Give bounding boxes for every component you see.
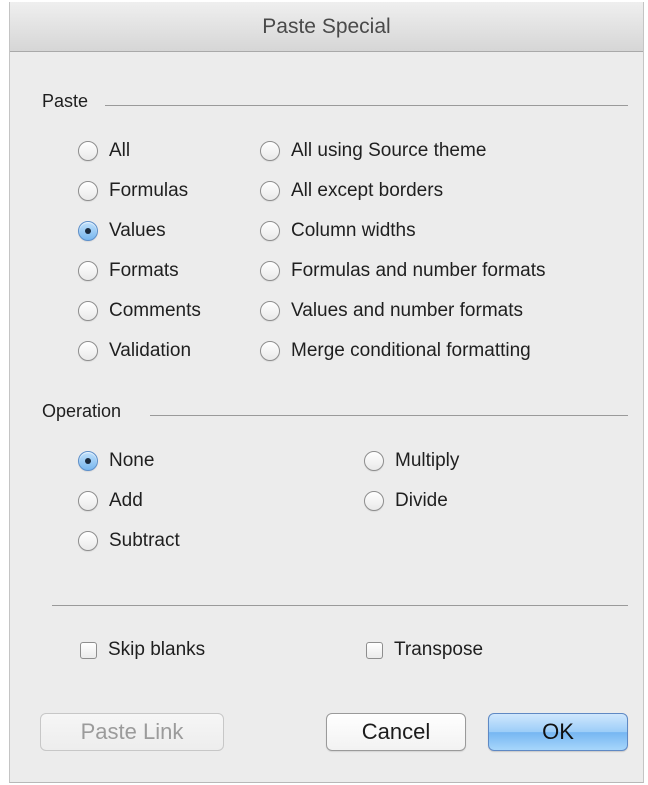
radio-all-except-borders[interactable]: [260, 181, 280, 201]
radio-comments[interactable]: [78, 301, 98, 321]
ok-button[interactable]: OK: [488, 713, 628, 751]
radio-column-widths[interactable]: [260, 221, 280, 241]
operation-group-line: [150, 415, 628, 416]
paste-option-formulas-and-number-formats[interactable]: Formulas and number formats: [260, 258, 546, 284]
paste-option-label: Validation: [109, 340, 192, 361]
paste-option-merge-conditional-formatting[interactable]: Merge conditional formatting: [260, 338, 531, 364]
paste-option-comments[interactable]: Comments: [78, 298, 201, 324]
operation-option-label: Subtract: [109, 530, 180, 551]
operation-option-label: Add: [109, 490, 143, 511]
radio-all[interactable]: [78, 141, 98, 161]
title-bar[interactable]: Paste Special: [10, 2, 643, 52]
radio-formulas[interactable]: [78, 181, 98, 201]
paste-option-values[interactable]: Values: [78, 218, 166, 244]
paste-option-label: Merge conditional formatting: [291, 340, 531, 361]
paste-option-label: Comments: [109, 300, 201, 321]
skip-blanks-checkbox[interactable]: [80, 641, 97, 659]
paste-option-validation[interactable]: Validation: [78, 338, 191, 364]
paste-option-label: All using Source theme: [291, 140, 487, 161]
radio-formats[interactable]: [78, 261, 98, 281]
transpose-checkbox[interactable]: [366, 641, 383, 659]
paste-option-formats[interactable]: Formats: [78, 258, 179, 284]
paste-option-label: Column widths: [291, 220, 416, 241]
skip-blanks-label: Skip blanks: [108, 639, 206, 660]
paste-option-label: All: [109, 140, 131, 161]
radio-validation[interactable]: [78, 341, 98, 361]
operation-option-label: None: [109, 450, 155, 471]
cancel-button[interactable]: Cancel: [326, 713, 466, 751]
paste-special-dialog: Paste Special Paste All Formulas Values …: [9, 2, 644, 783]
paste-option-label: Values: [109, 220, 166, 241]
paste-option-values-and-number-formats[interactable]: Values and number formats: [260, 298, 523, 324]
radio-none[interactable]: [78, 451, 98, 471]
radio-subtract[interactable]: [78, 531, 98, 551]
radio-values[interactable]: [78, 221, 98, 241]
radio-multiply[interactable]: [364, 451, 384, 471]
operation-option-add[interactable]: Add: [78, 488, 143, 514]
operation-option-divide[interactable]: Divide: [364, 488, 448, 514]
operation-option-multiply[interactable]: Multiply: [364, 448, 459, 474]
radio-merge-conditional-formatting[interactable]: [260, 341, 280, 361]
radio-all-using-source-theme[interactable]: [260, 141, 280, 161]
operation-option-label: Multiply: [395, 450, 460, 471]
paste-option-all-except-borders[interactable]: All except borders: [260, 178, 443, 204]
radio-values-and-number-formats[interactable]: [260, 301, 280, 321]
paste-option-label: Formulas: [109, 180, 189, 201]
operation-option-subtract[interactable]: Subtract: [78, 528, 180, 554]
paste-link-button[interactable]: Paste Link: [40, 713, 224, 751]
skip-blanks-option[interactable]: Skip blanks: [80, 637, 205, 663]
transpose-label: Transpose: [394, 639, 484, 660]
paste-option-label: All except borders: [291, 180, 444, 201]
paste-group-line: [105, 105, 628, 106]
paste-group-label: Paste: [42, 91, 95, 112]
radio-add[interactable]: [78, 491, 98, 511]
paste-option-label: Formulas and number formats: [291, 260, 546, 281]
radio-divide[interactable]: [364, 491, 384, 511]
paste-option-column-widths[interactable]: Column widths: [260, 218, 416, 244]
operation-group-label: Operation: [42, 401, 128, 422]
operation-option-none[interactable]: None: [78, 448, 154, 474]
paste-option-label: Values and number formats: [291, 300, 523, 321]
paste-option-formulas[interactable]: Formulas: [78, 178, 188, 204]
paste-option-all-using-source-theme[interactable]: All using Source theme: [260, 138, 486, 164]
options-separator: [52, 605, 628, 606]
transpose-option[interactable]: Transpose: [366, 637, 483, 663]
paste-option-label: Formats: [109, 260, 179, 281]
paste-option-all[interactable]: All: [78, 138, 130, 164]
operation-option-label: Divide: [395, 490, 448, 511]
radio-formulas-and-number-formats[interactable]: [260, 261, 280, 281]
dialog-title: Paste Special: [262, 15, 391, 38]
